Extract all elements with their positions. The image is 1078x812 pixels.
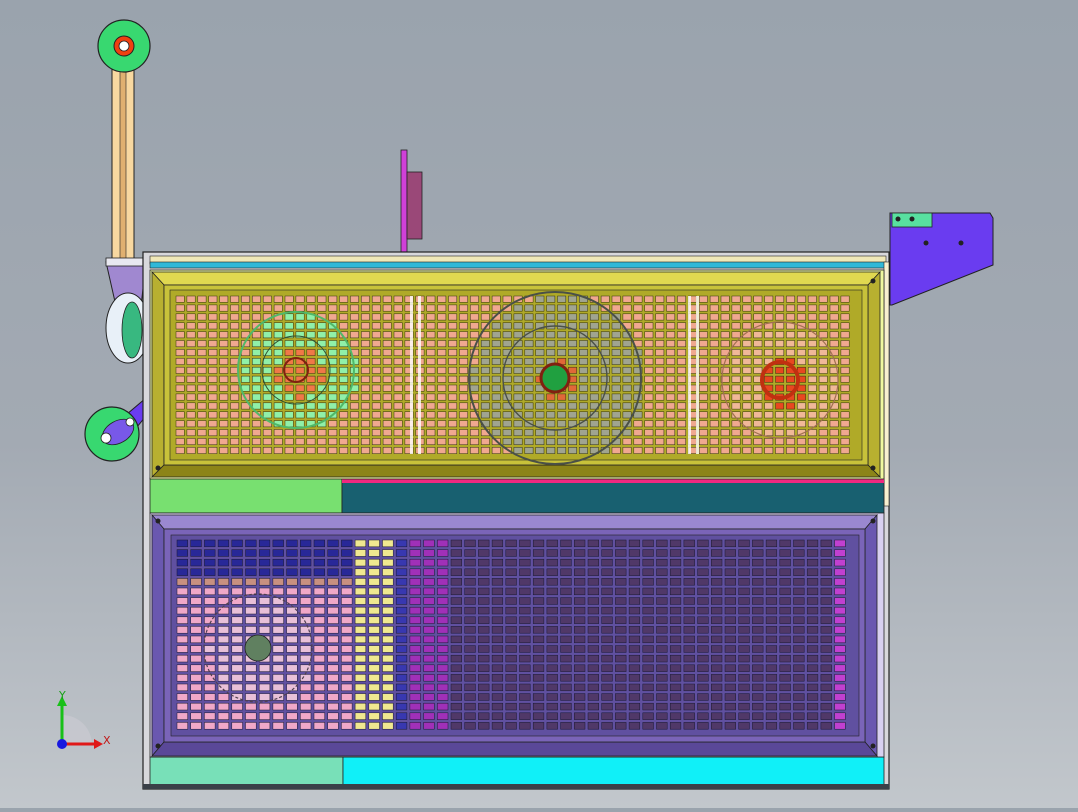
panel-cyan-bottom[interactable] <box>342 756 885 788</box>
cad-model-view[interactable]: Y X <box>0 0 1078 808</box>
right-mounting-bracket[interactable] <box>889 212 994 306</box>
cad-graphics-viewport[interactable]: Y X <box>0 0 1078 808</box>
view-orientation-triad[interactable]: Y X <box>57 689 111 749</box>
handle-assembly[interactable] <box>84 19 151 462</box>
panel-teal[interactable] <box>341 477 885 514</box>
panel-green-left[interactable] <box>149 477 343 514</box>
top-vent-grille[interactable] <box>149 269 885 480</box>
triad-x-label: X <box>103 734 111 747</box>
panel-mint-bottom[interactable] <box>149 756 344 788</box>
triad-y-label: Y <box>58 689 66 702</box>
bottom-vent-grille[interactable] <box>149 512 885 758</box>
top-mounting-tab[interactable] <box>400 149 423 257</box>
